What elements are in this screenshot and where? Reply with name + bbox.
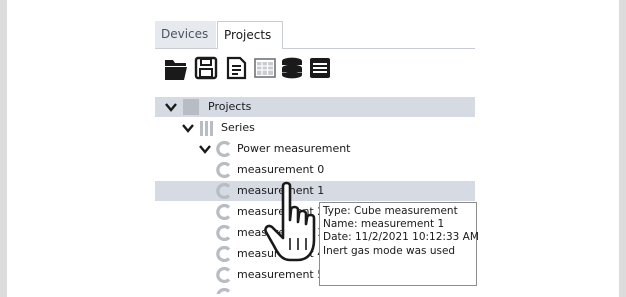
document-icon[interactable] bbox=[224, 55, 248, 81]
chevron-down-icon[interactable] bbox=[182, 122, 194, 134]
database-icon[interactable] bbox=[280, 55, 304, 81]
cube-measurement-icon bbox=[216, 183, 231, 199]
cube-measurement-icon bbox=[216, 141, 231, 157]
tree-node-power-measurement[interactable]: Power measurement bbox=[155, 139, 475, 159]
cube-measurement-icon bbox=[216, 246, 231, 262]
chevron-down-icon[interactable] bbox=[165, 101, 177, 113]
tab-bar: Devices Projects bbox=[155, 20, 475, 48]
tab-divider bbox=[155, 48, 475, 49]
series-icon bbox=[200, 121, 213, 136]
tree-item-measurement-0[interactable]: measurement 0 bbox=[155, 160, 475, 180]
cube-measurement-icon bbox=[216, 225, 231, 241]
tree-node-label: Series bbox=[221, 121, 255, 134]
cube-measurement-icon bbox=[216, 162, 231, 178]
chevron-down-icon[interactable] bbox=[199, 143, 211, 155]
save-icon[interactable] bbox=[194, 55, 218, 81]
tooltip-type: Type: Cube measurement bbox=[323, 205, 458, 217]
tooltip-note: Inert gas mode was used bbox=[323, 244, 456, 257]
tab-projects[interactable]: Projects bbox=[217, 21, 283, 48]
project-folder-icon bbox=[183, 99, 199, 115]
list-icon[interactable] bbox=[308, 55, 332, 81]
tree-item-label: measurement 5 bbox=[237, 268, 325, 281]
tree-node-series[interactable]: Series bbox=[155, 118, 475, 138]
cube-measurement-icon bbox=[216, 267, 231, 283]
tree-node-label: Projects bbox=[208, 100, 252, 113]
hand-pointer-icon bbox=[264, 181, 316, 262]
table-icon[interactable] bbox=[253, 55, 277, 81]
tree-item-label: measurement 0 bbox=[237, 163, 325, 176]
tree-node-projects[interactable]: Projects bbox=[155, 97, 475, 117]
tree-item-partial bbox=[155, 286, 475, 294]
project-panel: Devices Projects Projects Series Power m… bbox=[7, 0, 619, 297]
open-folder-icon[interactable] bbox=[164, 55, 188, 81]
tree-node-label: Power measurement bbox=[237, 142, 351, 155]
cube-measurement-icon bbox=[216, 288, 231, 294]
cube-measurement-icon bbox=[216, 204, 231, 220]
tooltip-date: Date: 11/2/2021 10:12:33 AM bbox=[323, 231, 479, 244]
tab-devices[interactable]: Devices bbox=[155, 21, 216, 48]
tooltip-name: Name: measurement 1 bbox=[323, 218, 445, 231]
measurement-tooltip: Type: Cube measurement Name: measurement… bbox=[319, 202, 479, 286]
